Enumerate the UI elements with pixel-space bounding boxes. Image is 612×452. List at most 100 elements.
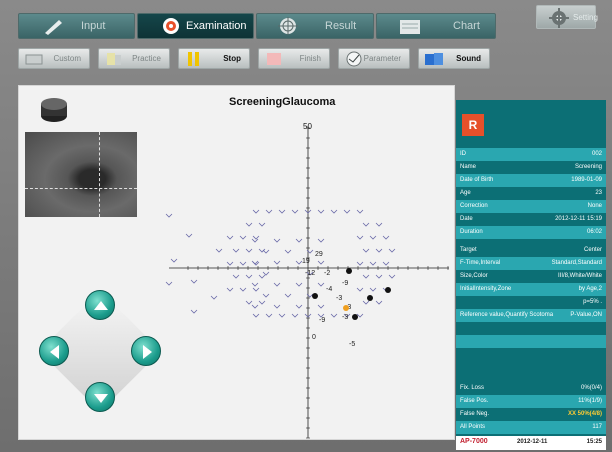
info-row-value: 23	[595, 190, 602, 196]
seen-mark	[388, 248, 396, 253]
field-value-label: -3	[342, 314, 348, 321]
practice-button[interactable]: Practice	[98, 48, 170, 69]
info-row-key: Date of Birth	[460, 177, 494, 183]
up-arrow-button[interactable]	[85, 290, 115, 320]
seen-mark	[356, 287, 364, 292]
field-value-label: -4	[326, 286, 332, 293]
down-arrow-button[interactable]	[85, 382, 115, 412]
missed-point	[346, 268, 352, 274]
seen-mark	[362, 274, 370, 279]
seen-mark	[362, 300, 370, 305]
info-row-key: Correction	[460, 203, 488, 209]
practice-label: Practice	[132, 54, 161, 63]
seen-mark	[369, 235, 377, 240]
seen-mark	[245, 300, 253, 305]
seen-mark	[226, 287, 234, 292]
info-row-key: Target	[460, 247, 477, 253]
info-row: F-Time,Interval Standard,Standard	[456, 257, 606, 270]
seen-mark	[375, 248, 383, 253]
field-value-label: -5	[349, 341, 355, 348]
custom-icon	[23, 51, 45, 67]
seen-mark	[273, 260, 281, 265]
device-brand: AP-7000	[460, 438, 488, 445]
info-row-key: ID	[460, 151, 466, 157]
seen-mark	[245, 248, 253, 253]
seen-mark	[190, 279, 198, 284]
seen-mark	[190, 309, 198, 314]
info-row: Reference value,Quantify Scotoma P-Value,…	[456, 309, 606, 322]
tab-examination-label: Examination	[186, 20, 247, 32]
chart-icon	[399, 17, 421, 35]
seen-mark	[369, 287, 377, 292]
seen-mark	[273, 238, 281, 243]
practice-icon	[103, 51, 125, 67]
info-row-value: III/8,White/White	[557, 273, 602, 279]
field-value-label: -3	[336, 295, 342, 302]
info-row: InitialIntensity,Zone by Age,2	[456, 283, 606, 296]
settings-button[interactable]: Setting	[536, 5, 598, 29]
right-arrow-button[interactable]	[131, 336, 161, 366]
info-row-value: 0%(0/4)	[580, 385, 602, 391]
seen-mark	[251, 238, 259, 243]
seen-mark	[262, 293, 270, 298]
custom-button[interactable]: Custom	[18, 48, 90, 69]
seen-mark	[245, 222, 253, 227]
tab-input-label: Input	[81, 20, 106, 32]
gaze-direction-pad	[35, 286, 165, 416]
missed-point	[367, 295, 373, 301]
info-row-value: 2012-12-11 15:19	[555, 216, 602, 222]
info-row-key: F-Time,Interval	[460, 260, 501, 266]
perimeter-app: Input Examination Result Chart Setting C…	[0, 0, 612, 452]
tab-chart[interactable]: Chart	[376, 13, 496, 39]
info-row-value: P-Value,ON	[570, 312, 602, 318]
field-seen-marks	[165, 209, 396, 318]
info-row	[456, 335, 606, 348]
seen-mark	[265, 313, 273, 318]
info-row-key: Age	[460, 190, 471, 196]
seen-mark	[317, 260, 325, 265]
parameter-button[interactable]: Parameter	[338, 48, 410, 69]
seen-mark	[262, 249, 270, 254]
info-row: False Pos. 11%(1/9)	[456, 395, 606, 408]
left-arrow-button[interactable]	[39, 336, 69, 366]
seen-mark	[295, 304, 303, 309]
seen-mark	[239, 235, 247, 240]
seen-mark	[375, 274, 383, 279]
info-row-value: XX 50%(4/8)	[567, 411, 602, 417]
seen-mark	[330, 313, 338, 318]
finish-button[interactable]: Finish	[258, 48, 330, 69]
custom-label: Custom	[53, 54, 81, 63]
field-scale-label: 50	[303, 122, 312, 131]
info-row-value: by Age,2	[578, 286, 602, 292]
tab-examination[interactable]: Examination	[137, 13, 254, 39]
missed-point	[312, 293, 318, 299]
stop-button[interactable]: Stop	[178, 48, 250, 69]
seen-mark	[375, 222, 383, 227]
tab-result[interactable]: Result	[256, 13, 374, 39]
seen-mark	[273, 304, 281, 309]
tab-chart-label: Chart	[453, 20, 480, 32]
seen-mark	[382, 261, 390, 266]
info-row: Age 23	[456, 187, 606, 200]
pen-icon	[43, 17, 65, 35]
seen-mark	[170, 258, 178, 263]
field-value-label: 19	[302, 258, 310, 265]
sound-button[interactable]: Sound	[418, 48, 490, 69]
footer-time: 15:25	[586, 439, 602, 445]
seen-mark	[232, 274, 240, 279]
info-row: Target Center	[456, 244, 606, 257]
seen-mark	[291, 313, 299, 318]
down-arrow-icon	[94, 394, 108, 403]
main-tab-bar: Input Examination Result Chart	[18, 13, 593, 41]
sound-label: Sound	[456, 54, 481, 63]
status-footer: AP-7000 2012-12-11 15:25	[456, 436, 606, 450]
info-row-key: Duration	[460, 229, 483, 235]
info-row-value: None	[587, 203, 602, 209]
tab-input[interactable]: Input	[18, 13, 135, 39]
info-row-value: 002	[591, 151, 602, 157]
info-row-value: Screening	[574, 164, 602, 170]
seen-mark	[356, 235, 364, 240]
field-value-label: -12	[305, 270, 315, 277]
seen-mark	[251, 282, 259, 287]
info-row: Date of Birth 1989-01-09	[456, 174, 606, 187]
